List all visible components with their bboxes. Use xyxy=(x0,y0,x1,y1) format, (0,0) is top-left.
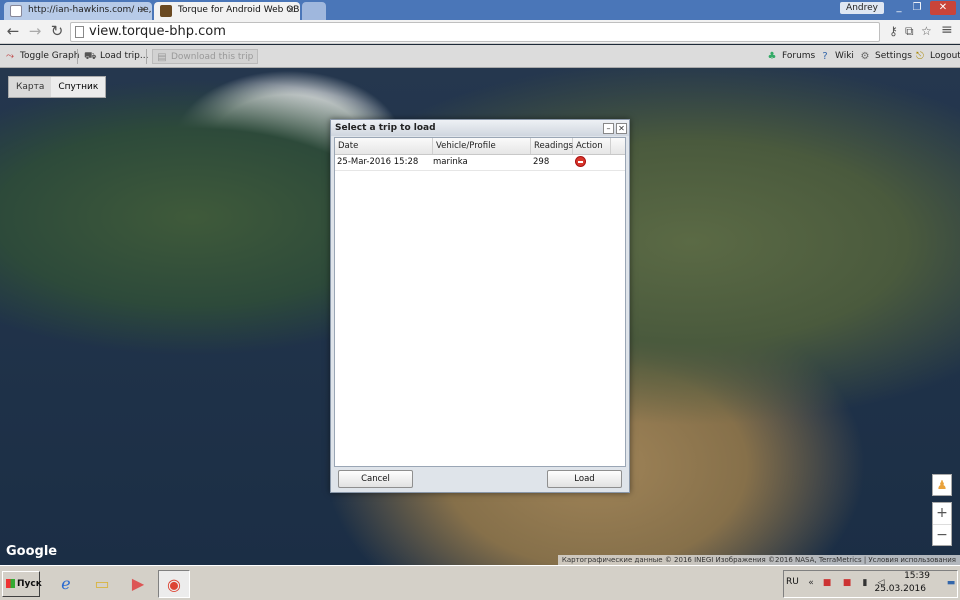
address-bar[interactable]: view.torque-bhp.com xyxy=(70,22,880,42)
windows-taskbar: Пуск ℯ ▭ ▶ ◉ RU « ■ ■ ▮ ◁ 15:39 25.03.20… xyxy=(0,565,960,600)
forums-icon: ♣ xyxy=(767,51,777,62)
toggle-graph-label: Toggle Graph xyxy=(20,51,80,61)
translate-icon[interactable]: ⧉ xyxy=(905,24,914,39)
menu-icon[interactable]: ≡ xyxy=(941,22,953,38)
minimize-icon[interactable]: _ xyxy=(890,1,908,15)
map-type-control: Карта Спутник xyxy=(8,76,107,98)
download-trip-button[interactable]: ▤ Download this trip xyxy=(152,49,259,64)
settings-label: Settings xyxy=(875,51,912,61)
tray-app-icon[interactable]: ■ xyxy=(822,578,832,588)
folder-icon[interactable]: ▭ xyxy=(86,570,118,598)
download-icon: ▤ xyxy=(157,52,167,63)
profile-button[interactable]: Andrey xyxy=(840,2,884,14)
forums-label: Forums xyxy=(782,51,816,61)
wiki-label: Wiki xyxy=(835,51,854,61)
browser-tab-strip: http://ian-hawkins.com/ не, ✕ Torque for… xyxy=(0,0,960,20)
toggle-graph-button[interactable]: ⤳ Toggle Graph xyxy=(4,49,79,64)
browser-tab[interactable]: http://ian-hawkins.com/ не, ✕ xyxy=(4,2,152,20)
gear-icon: ⚙ xyxy=(860,51,870,62)
tab-title: Torque for Android Web OBD xyxy=(178,5,300,15)
tray-app-icon[interactable]: ■ xyxy=(842,578,852,588)
load-trip-label: Load trip... xyxy=(100,51,149,61)
trip-readings: 298 xyxy=(533,157,550,167)
star-icon[interactable]: ☆ xyxy=(921,24,932,38)
trip-vehicle: marinka xyxy=(433,157,468,167)
help-icon: ? xyxy=(822,51,828,62)
trip-date: 25-Mar-2016 15:28 xyxy=(337,157,419,167)
column-header-readings[interactable]: Readings xyxy=(531,138,573,154)
load-button[interactable]: Load xyxy=(547,470,622,488)
zoom-out-button[interactable]: − xyxy=(933,524,951,545)
map-type-satellite-button[interactable]: Спутник xyxy=(51,77,106,97)
toolbar-separator xyxy=(146,49,147,64)
table-row[interactable]: 25-Mar-2016 15:28 marinka 298 xyxy=(335,155,625,171)
clock-time[interactable]: 15:39 xyxy=(904,571,930,581)
browser-toolbar: ← → ↻ view.torque-bhp.com ⚷ ⧉ ☆ ≡ xyxy=(0,20,960,44)
language-indicator[interactable]: RU xyxy=(786,577,799,587)
logout-link[interactable]: ⎋ Logout xyxy=(914,49,960,64)
graph-icon: ⤳ xyxy=(6,51,14,62)
page-icon xyxy=(10,5,22,17)
signal-icon[interactable]: ▮ xyxy=(860,578,870,588)
close-icon[interactable]: ✕ xyxy=(139,2,147,19)
app-toolbar: ⤳ Toggle Graph ⛟ Load trip... ▤ Download… xyxy=(0,45,960,68)
wiki-link[interactable]: ? Wiki xyxy=(819,49,854,64)
dialog-title[interactable]: Select a trip to load xyxy=(331,120,629,136)
settings-link[interactable]: ⚙ Settings xyxy=(859,49,912,64)
new-tab-button[interactable] xyxy=(302,2,326,20)
table-header: Date Vehicle/Profile Readings Action xyxy=(335,138,625,155)
tab-title: http://ian-hawkins.com/ не, xyxy=(28,5,152,15)
column-header-action[interactable]: Action xyxy=(573,138,611,154)
zoom-in-button[interactable]: + xyxy=(933,503,951,524)
truck-icon: ⛟ xyxy=(84,51,97,62)
map-attribution[interactable]: Картографические данные © 2016 INEGI Изо… xyxy=(557,555,960,565)
start-button[interactable]: Пуск xyxy=(2,571,42,597)
clock-date[interactable]: 25.03.2016 xyxy=(874,584,926,594)
browser-tab-active[interactable]: Torque for Android Web OBD ✕ xyxy=(154,2,300,20)
zoom-control: + − xyxy=(932,502,952,546)
show-desktop-icon[interactable]: ▬ xyxy=(946,578,956,588)
reload-icon[interactable]: ↻ xyxy=(48,23,66,41)
dialog-minimize-icon[interactable]: – xyxy=(603,123,614,134)
media-player-icon[interactable]: ▶ xyxy=(122,570,154,598)
restore-icon[interactable]: ❐ xyxy=(908,1,926,15)
tray-expand-icon[interactable]: « xyxy=(806,578,816,588)
internet-explorer-icon[interactable]: ℯ xyxy=(50,570,82,598)
chrome-icon[interactable]: ◉ xyxy=(158,570,190,598)
forward-icon[interactable]: → xyxy=(26,23,44,41)
street-view-pegman-icon[interactable]: ♟ xyxy=(932,474,952,496)
toolbar-separator xyxy=(77,49,78,64)
logout-label: Logout xyxy=(930,51,960,61)
column-header-vehicle[interactable]: Vehicle/Profile xyxy=(433,138,531,154)
url-text: view.torque-bhp.com xyxy=(89,24,226,39)
load-trip-button[interactable]: ⛟ Load trip... xyxy=(84,49,148,64)
dialog-close-icon[interactable]: ✕ xyxy=(616,123,627,134)
window-close-icon[interactable]: ✕ xyxy=(930,1,956,15)
download-trip-label: Download this trip xyxy=(171,52,254,62)
map-type-map-button[interactable]: Карта xyxy=(9,77,51,97)
forums-link[interactable]: ♣ Forums xyxy=(766,49,816,64)
close-icon[interactable]: ✕ xyxy=(287,2,295,19)
select-trip-dialog: Select a trip to load – ✕ Date Vehicle/P… xyxy=(330,119,630,493)
key-icon[interactable]: ⚷ xyxy=(889,24,898,38)
logout-icon: ⎋ xyxy=(916,51,924,62)
back-icon[interactable]: ← xyxy=(4,23,22,41)
delete-trip-icon[interactable] xyxy=(575,156,586,167)
trips-table: Date Vehicle/Profile Readings Action 25-… xyxy=(334,137,626,467)
page-icon xyxy=(75,26,84,38)
torque-icon xyxy=(160,5,172,17)
google-logo: Google xyxy=(6,544,58,559)
column-header-date[interactable]: Date xyxy=(335,138,433,154)
cancel-button[interactable]: Cancel xyxy=(338,470,413,488)
